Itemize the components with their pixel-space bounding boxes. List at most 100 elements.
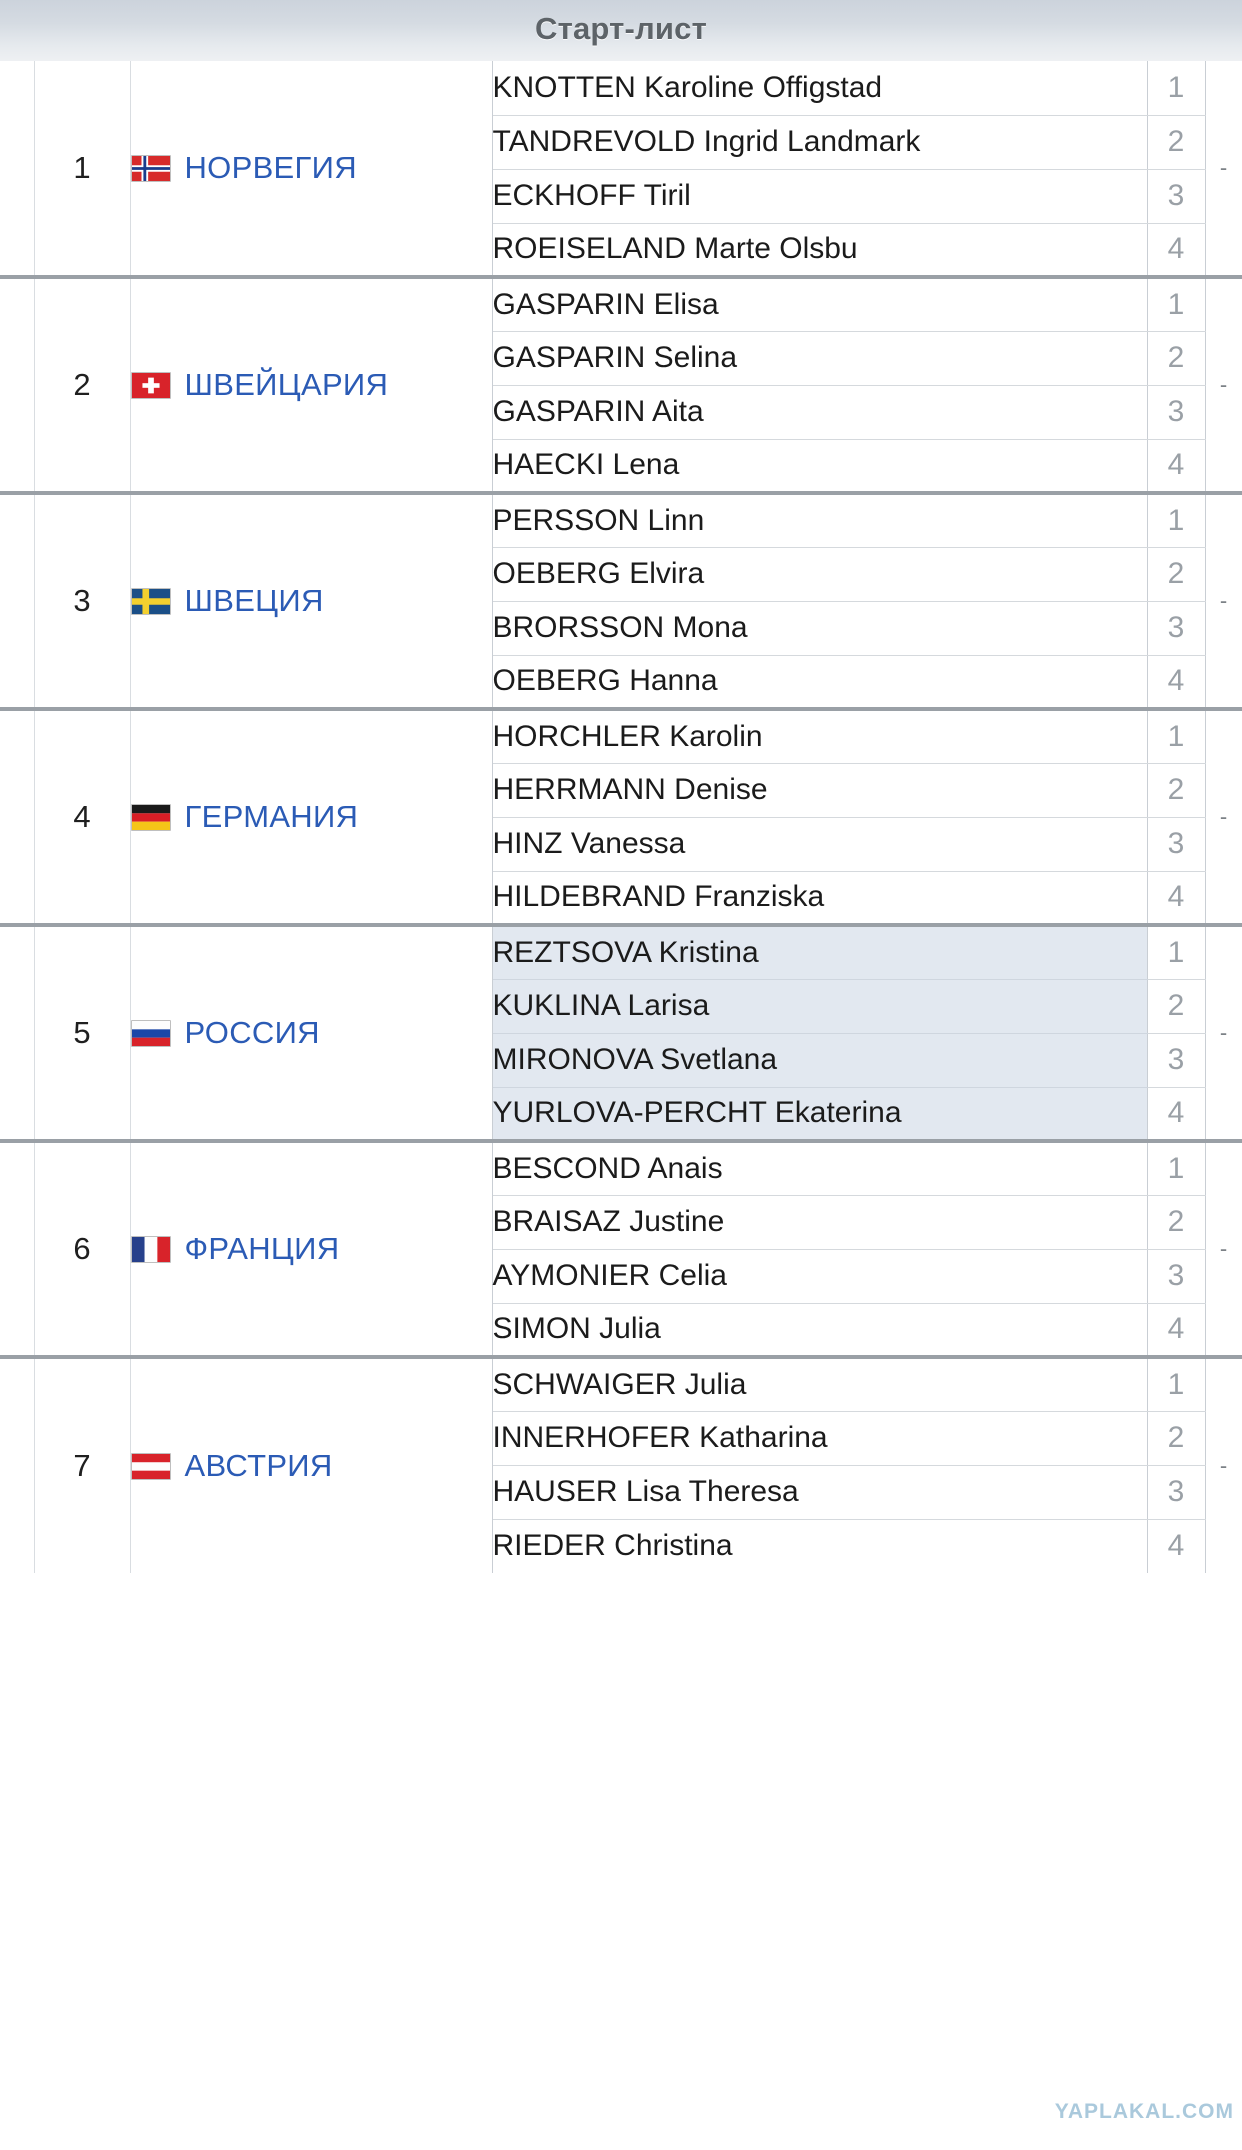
leg-number: 1: [1147, 925, 1205, 979]
leg-number: 1: [1147, 1141, 1205, 1195]
athlete-name[interactable]: OEBERG Elvira: [492, 547, 1147, 601]
left-gutter: [0, 277, 34, 493]
athlete-name[interactable]: HINZ Vanessa: [492, 817, 1147, 871]
leg-number: 4: [1147, 871, 1205, 925]
athlete-name[interactable]: BRAISAZ Justine: [492, 1195, 1147, 1249]
athlete-name[interactable]: ECKHOFF Tiril: [492, 169, 1147, 223]
leg-number: 2: [1147, 763, 1205, 817]
team-rank: 7: [34, 1357, 130, 1573]
leg-number: 2: [1147, 331, 1205, 385]
flag-sweden-icon: [131, 588, 171, 615]
team-cell[interactable]: ШВЕЦИЯ: [130, 493, 492, 709]
athlete-name[interactable]: GASPARIN Aita: [492, 385, 1147, 439]
flag-russia-icon: [131, 1020, 171, 1047]
team-name-label[interactable]: ФРАНЦИЯ: [185, 1231, 340, 1267]
athlete-name[interactable]: KUKLINA Larisa: [492, 979, 1147, 1033]
left-gutter: [0, 925, 34, 1141]
athlete-name[interactable]: AYMONIER Celia: [492, 1249, 1147, 1303]
leg-number: 2: [1147, 115, 1205, 169]
team-cell[interactable]: НОРВЕГИЯ: [130, 61, 492, 277]
table-row: 5 РОССИЯ REZTSOVA Kristina1-: [0, 925, 1242, 979]
team-name-label[interactable]: ШВЕЦИЯ: [185, 583, 324, 619]
flag-norway-icon: [131, 155, 171, 182]
table-row: 2 ШВЕЙЦАРИЯ GASPARIN Elisa1-: [0, 277, 1242, 331]
team-rank: 2: [34, 277, 130, 493]
team-rank: 5: [34, 925, 130, 1141]
team-rank: 6: [34, 1141, 130, 1357]
athlete-name[interactable]: ROEISELAND Marte Olsbu: [492, 223, 1147, 277]
athlete-name[interactable]: YURLOVA-PERCHT Ekaterina: [492, 1087, 1147, 1141]
athlete-name[interactable]: HAECKI Lena: [492, 439, 1147, 493]
leg-number: 1: [1147, 1357, 1205, 1411]
startlist-body: 1 НОРВЕГИЯ KNOTTEN Karoline Offigstad1-T…: [0, 61, 1242, 1573]
team-name-label[interactable]: РОССИЯ: [185, 1015, 320, 1051]
athlete-name[interactable]: BRORSSON Mona: [492, 601, 1147, 655]
leg-number: 4: [1147, 439, 1205, 493]
leg-number: 4: [1147, 1303, 1205, 1357]
athlete-name[interactable]: MIRONOVA Svetlana: [492, 1033, 1147, 1087]
athlete-name[interactable]: SCHWAIGER Julia: [492, 1357, 1147, 1411]
leg-number: 1: [1147, 709, 1205, 763]
left-gutter: [0, 493, 34, 709]
flag-france-icon: [131, 1236, 171, 1263]
team-name-label[interactable]: ШВЕЙЦАРИЯ: [185, 367, 389, 403]
athlete-name[interactable]: GASPARIN Selina: [492, 331, 1147, 385]
team-cell[interactable]: ШВЕЙЦАРИЯ: [130, 277, 492, 493]
leg-number: 1: [1147, 277, 1205, 331]
leg-number: 4: [1147, 655, 1205, 709]
athlete-name[interactable]: INNERHOFER Katharina: [492, 1411, 1147, 1465]
athlete-name[interactable]: HERRMANN Denise: [492, 763, 1147, 817]
team-cell[interactable]: ГЕРМАНИЯ: [130, 709, 492, 925]
team-name-label[interactable]: АВСТРИЯ: [185, 1448, 333, 1484]
athlete-name[interactable]: KNOTTEN Karoline Offigstad: [492, 61, 1147, 115]
leg-number: 3: [1147, 385, 1205, 439]
leg-number: 2: [1147, 979, 1205, 1033]
athlete-name[interactable]: OEBERG Hanna: [492, 655, 1147, 709]
athlete-name[interactable]: TANDREVOLD Ingrid Landmark: [492, 115, 1147, 169]
team-result: -: [1205, 925, 1242, 1141]
team-cell[interactable]: АВСТРИЯ: [130, 1357, 492, 1573]
leg-number: 1: [1147, 493, 1205, 547]
team-cell[interactable]: ФРАНЦИЯ: [130, 1141, 492, 1357]
athlete-name[interactable]: SIMON Julia: [492, 1303, 1147, 1357]
team-result: -: [1205, 1357, 1242, 1573]
team-result: -: [1205, 61, 1242, 277]
team-name-label[interactable]: НОРВЕГИЯ: [185, 150, 357, 186]
athlete-name[interactable]: RIEDER Christina: [492, 1519, 1147, 1573]
athlete-name[interactable]: HORCHLER Karolin: [492, 709, 1147, 763]
leg-number: 4: [1147, 1519, 1205, 1573]
left-gutter: [0, 1141, 34, 1357]
leg-number: 2: [1147, 1195, 1205, 1249]
team-result: -: [1205, 1141, 1242, 1357]
leg-number: 4: [1147, 1087, 1205, 1141]
page-title: Старт-лист: [0, 11, 1242, 47]
title-band: Старт-лист: [0, 0, 1242, 61]
team-rank: 3: [34, 493, 130, 709]
team-result: -: [1205, 493, 1242, 709]
leg-number: 3: [1147, 169, 1205, 223]
flag-germany-icon: [131, 804, 171, 831]
leg-number: 3: [1147, 601, 1205, 655]
leg-number: 2: [1147, 1411, 1205, 1465]
athlete-name[interactable]: HAUSER Lisa Theresa: [492, 1465, 1147, 1519]
team-cell[interactable]: РОССИЯ: [130, 925, 492, 1141]
flag-switzerland-icon: [131, 372, 171, 399]
athlete-name[interactable]: PERSSON Linn: [492, 493, 1147, 547]
athlete-name[interactable]: REZTSOVA Kristina: [492, 925, 1147, 979]
table-row: 7 АВСТРИЯ SCHWAIGER Julia1-: [0, 1357, 1242, 1411]
table-row: 4 ГЕРМАНИЯ HORCHLER Karolin1-: [0, 709, 1242, 763]
athlete-name[interactable]: BESCOND Anais: [492, 1141, 1147, 1195]
team-rank: 1: [34, 61, 130, 277]
table-row: 3 ШВЕЦИЯ PERSSON Linn1-: [0, 493, 1242, 547]
team-name-label[interactable]: ГЕРМАНИЯ: [185, 799, 359, 835]
table-row: 1 НОРВЕГИЯ KNOTTEN Karoline Offigstad1-: [0, 61, 1242, 115]
flag-austria-icon: [131, 1453, 171, 1480]
left-gutter: [0, 1357, 34, 1573]
startlist-table: 1 НОРВЕГИЯ KNOTTEN Karoline Offigstad1-T…: [0, 61, 1242, 1573]
site-watermark: YAPLAKAL.COM: [1055, 2100, 1234, 2124]
leg-number: 3: [1147, 1249, 1205, 1303]
athlete-name[interactable]: HILDEBRAND Franziska: [492, 871, 1147, 925]
table-row: 6 ФРАНЦИЯ BESCOND Anais1-: [0, 1141, 1242, 1195]
athlete-name[interactable]: GASPARIN Elisa: [492, 277, 1147, 331]
leg-number: 3: [1147, 817, 1205, 871]
